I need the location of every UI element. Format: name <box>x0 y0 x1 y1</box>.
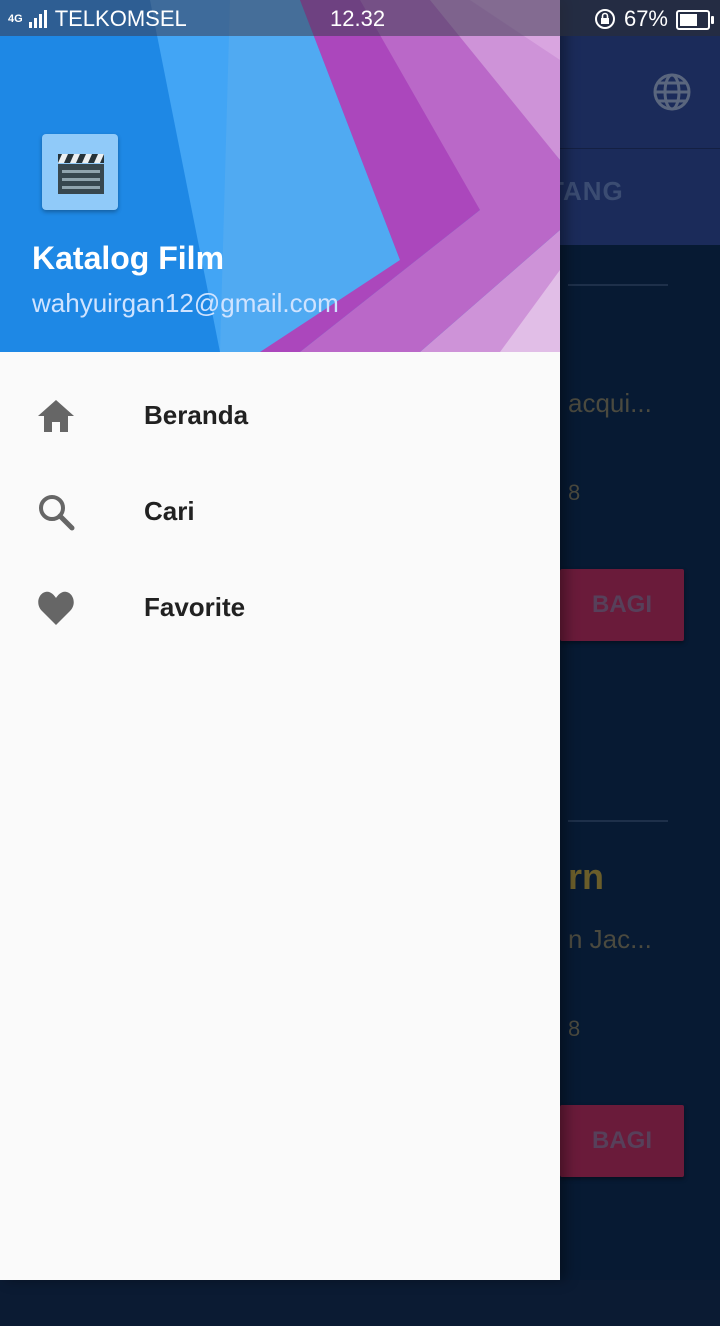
menu-item-favorite[interactable]: Favorite <box>0 560 560 656</box>
menu-item-beranda[interactable]: Beranda <box>0 368 560 464</box>
share-button[interactable]: BAGI <box>560 569 684 641</box>
app-logo <box>42 134 118 210</box>
clapperboard-icon <box>58 154 104 194</box>
drawer-email: wahyuirgan12@gmail.com <box>32 288 339 318</box>
clock: 12.32 <box>330 6 386 31</box>
menu-label: Favorite <box>144 592 246 622</box>
movie-overview: n Jac... <box>568 924 652 954</box>
movie-card[interactable]: acqui... 8 BAGI <box>540 270 720 790</box>
carrier-name: TELKOMSEL <box>54 6 187 31</box>
movie-overview: acqui... <box>568 388 652 418</box>
battery-level <box>680 14 697 26</box>
heart-icon <box>38 591 74 625</box>
battery-icon <box>676 10 714 30</box>
movie-title: rn <box>568 856 604 897</box>
drawer-app-name: Katalog Film <box>32 240 225 276</box>
divider <box>568 820 668 822</box>
status-bar: 4G TELKOMSEL 12.32 67% <box>0 0 720 36</box>
battery-percent: 67% <box>623 6 668 31</box>
divider <box>568 284 668 286</box>
signal-icon <box>28 10 47 28</box>
movie-date: 8 <box>568 480 581 505</box>
search-icon <box>39 495 75 531</box>
movie-card[interactable]: rn n Jac... 8 BAGI <box>540 806 720 1326</box>
globe-icon[interactable] <box>652 72 692 112</box>
menu-item-cari[interactable]: Cari <box>0 464 560 560</box>
menu-label: Cari <box>144 496 195 526</box>
movie-date: 8 <box>568 1016 581 1041</box>
network-type: 4G <box>8 12 23 25</box>
menu-label: Beranda <box>144 400 249 430</box>
navigation-drawer: Katalog Film wahyuirgan12@gmail.com Bera… <box>0 0 560 1280</box>
rotation-lock-icon <box>594 9 615 29</box>
drawer-header: Katalog Film wahyuirgan12@gmail.com <box>0 0 560 352</box>
home-icon <box>38 400 74 432</box>
drawer-menu: Beranda Cari Favorite <box>0 368 560 656</box>
share-button[interactable]: BAGI <box>560 1105 684 1177</box>
